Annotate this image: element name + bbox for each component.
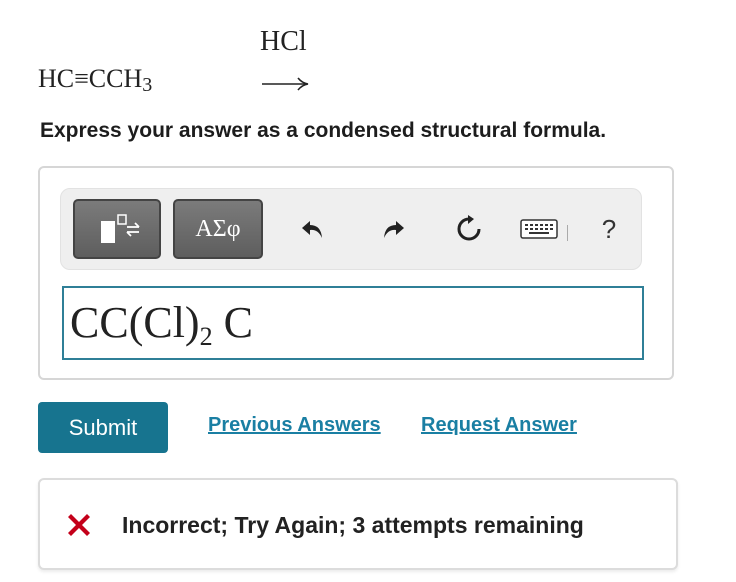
redo-button[interactable] xyxy=(377,213,409,245)
symbols-button[interactable]: ΑΣφ xyxy=(173,199,263,259)
reaction-equation: HCl HC≡CCH3 xyxy=(0,0,736,110)
feedback-message: Incorrect; Try Again; 3 attempts remaini… xyxy=(122,512,584,538)
toolbar-divider xyxy=(567,225,568,241)
templates-icon xyxy=(101,214,140,243)
help-button[interactable]: ? xyxy=(593,213,625,245)
math-toolbar: ΑΣφ ? xyxy=(60,188,642,270)
answer-subscript: 2 xyxy=(199,322,213,351)
templates-button[interactable] xyxy=(73,199,161,259)
question-prompt: Express your answer as a condensed struc… xyxy=(40,119,607,142)
reactant-subscript: 3 xyxy=(142,74,153,96)
keyboard-icon xyxy=(520,219,558,239)
undo-icon xyxy=(302,221,322,238)
reactant: HC≡CCH3 xyxy=(38,64,152,97)
reagent: HCl xyxy=(260,26,307,57)
answer-panel: ΑΣφ ? CC(Cl)2 C xyxy=(38,166,674,380)
answer-input[interactable]: CC(Cl)2 C xyxy=(62,286,644,360)
answer-part-1: CC(Cl) xyxy=(70,298,200,347)
request-answer-link[interactable]: Request Answer xyxy=(421,414,577,437)
undo-button[interactable] xyxy=(297,213,329,245)
feedback-box: Incorrect; Try Again; 3 attempts remaini… xyxy=(38,478,678,570)
reset-button[interactable] xyxy=(453,213,485,245)
x-icon xyxy=(68,514,90,536)
redo-icon xyxy=(384,221,404,238)
answer-part-2: C xyxy=(212,298,253,347)
keyboard-button[interactable] xyxy=(517,213,561,245)
reaction-arrow-icon xyxy=(262,77,309,91)
previous-answers-link[interactable]: Previous Answers xyxy=(208,414,381,437)
submit-button[interactable]: Submit xyxy=(38,402,168,453)
reactant-formula: HC≡CCH xyxy=(38,64,143,93)
reset-icon xyxy=(457,215,481,241)
